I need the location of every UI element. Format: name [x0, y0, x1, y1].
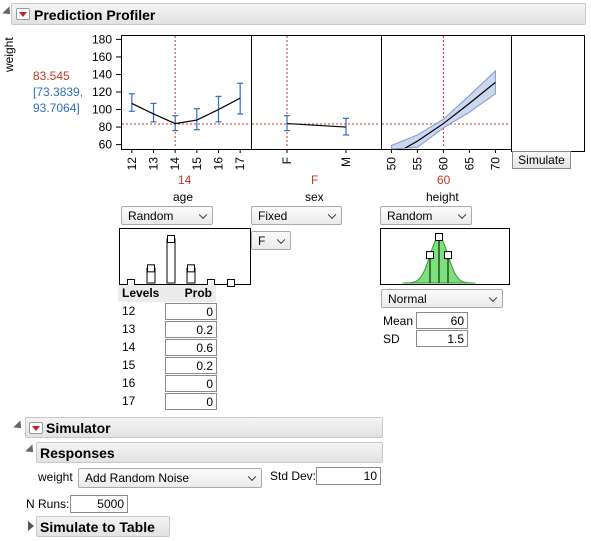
- n-runs-input[interactable]: 5000: [70, 495, 128, 513]
- x-tick-label: 55: [410, 157, 424, 171]
- prob-header: Prob: [164, 285, 216, 302]
- simulate-to-table-title: Simulate to Table: [40, 519, 155, 535]
- y-tick-label: 180: [92, 32, 112, 46]
- collapse-simulator-icon[interactable]: [13, 420, 25, 432]
- chevron-down-icon: [488, 293, 498, 302]
- age-prob-handle: [187, 264, 195, 273]
- profiler-title: Prediction Profiler: [34, 7, 156, 23]
- age-mode-dropdown[interactable]: Random: [121, 206, 213, 225]
- y-tick-label: 100: [92, 103, 112, 117]
- chevron-down-icon: [247, 472, 257, 482]
- age-prob-bar: [166, 238, 176, 284]
- prob-row-level: 16: [122, 376, 136, 390]
- height-distribution-value: Normal: [388, 291, 427, 306]
- prob-row-input[interactable]: 0.2: [165, 321, 217, 338]
- x-tick-label: 16: [212, 157, 226, 171]
- x-tick-label: 60: [436, 157, 450, 171]
- x-tick-label: 12: [125, 157, 139, 171]
- prob-row-level: 12: [122, 304, 136, 318]
- noise-option-value: Add Random Noise: [85, 471, 190, 485]
- collapse-responses-icon[interactable]: [25, 444, 37, 456]
- std-dev-input[interactable]: 10: [316, 467, 381, 485]
- height-distribution-dropdown[interactable]: Normal: [381, 289, 503, 308]
- x-tick-label: 70: [488, 157, 502, 171]
- x-tick-label: 14: [168, 157, 182, 171]
- age-prob-handle: [147, 264, 155, 273]
- y-tick-label: 140: [92, 67, 112, 81]
- prob-row-input[interactable]: 0: [165, 393, 217, 410]
- n-runs-label: N Runs:: [26, 497, 70, 511]
- chevron-down-icon: [327, 210, 337, 219]
- simulator-title: Simulator: [46, 420, 111, 436]
- sex-mode-dropdown[interactable]: Fixed: [251, 206, 342, 225]
- age-prob-handle: [227, 279, 235, 287]
- prob-row-input[interactable]: 0.2: [165, 357, 217, 374]
- height-current-value[interactable]: 60: [437, 173, 450, 187]
- simulate-to-table-header[interactable]: Simulate to Table: [36, 516, 170, 537]
- simulator-outline-header: Simulator: [25, 417, 383, 438]
- distribution-previews: [119, 228, 510, 287]
- x-tick-label: 15: [190, 157, 204, 171]
- simulate-button[interactable]: Simulate: [512, 151, 571, 169]
- height-mode-dropdown[interactable]: Random: [380, 206, 472, 225]
- age-prob-handle: [167, 235, 175, 243]
- std-dev-label: Std Dev:: [270, 469, 317, 483]
- x-tick-label: 13: [147, 157, 161, 171]
- age-distribution-frame: [119, 228, 251, 285]
- simulator-result-frame: [511, 35, 585, 152]
- responses-outline-header: Responses: [36, 442, 383, 463]
- y-tick-label: 120: [92, 85, 112, 99]
- x-tick-label: M: [339, 157, 353, 167]
- sd-label: SD: [383, 332, 400, 346]
- prob-row-input[interactable]: 0.6: [165, 339, 217, 356]
- sd-input[interactable]: 1.5: [416, 330, 468, 347]
- density-handle: [426, 251, 434, 260]
- profile-panel-frame: [121, 35, 252, 150]
- y-tick-label: 80: [99, 120, 113, 134]
- density-handle: [444, 251, 452, 260]
- sex-mode-value: Fixed: [258, 208, 288, 223]
- age-current-value[interactable]: 14: [178, 173, 191, 187]
- mean-input[interactable]: 60: [416, 312, 468, 329]
- prob-row-level: 17: [122, 394, 136, 408]
- x-tick-label: 50: [384, 157, 398, 171]
- mean-label: Mean: [383, 314, 414, 328]
- x-tick-label: 65: [462, 157, 476, 171]
- density-handle: [435, 233, 443, 241]
- height-mode-value: Random: [387, 208, 433, 223]
- height-factor-label: height: [426, 190, 459, 204]
- x-tick-label: 17: [233, 157, 247, 171]
- y-tick-label: 160: [92, 50, 112, 64]
- levels-header: Levels: [118, 285, 164, 302]
- chevron-down-icon: [198, 210, 208, 219]
- chevron-down-icon: [457, 210, 467, 219]
- prob-row-level: 13: [122, 322, 136, 336]
- y-tick-label: 60: [99, 138, 113, 152]
- age-factor-label: age: [173, 190, 194, 204]
- x-tick-label: F: [280, 157, 294, 164]
- prob-row-level: 15: [122, 358, 136, 372]
- age-mode-value: Random: [128, 208, 174, 223]
- profiler-menu-icon[interactable]: [16, 8, 30, 20]
- profiler-outline-header: Prediction Profiler: [11, 3, 586, 25]
- prob-row-input[interactable]: 0: [165, 375, 217, 392]
- response-name-label: weight: [38, 470, 73, 484]
- prob-row-level: 14: [122, 340, 136, 354]
- expand-simulate-to-table-icon[interactable]: [28, 521, 34, 531]
- simulator-menu-icon[interactable]: [29, 422, 43, 434]
- sex-current-value[interactable]: F: [311, 173, 318, 187]
- profile-panel-frame: [251, 35, 382, 150]
- responses-title: Responses: [40, 445, 115, 461]
- noise-dropdown[interactable]: Add Random Noise: [78, 468, 262, 488]
- age-prob-table: Levels Prob 12 0 13 0.2 14 0.6 15 0.2 16 0 17 0: [118, 285, 218, 410]
- sex-factor-label: sex: [305, 190, 324, 204]
- prob-row-input[interactable]: 0: [165, 303, 217, 320]
